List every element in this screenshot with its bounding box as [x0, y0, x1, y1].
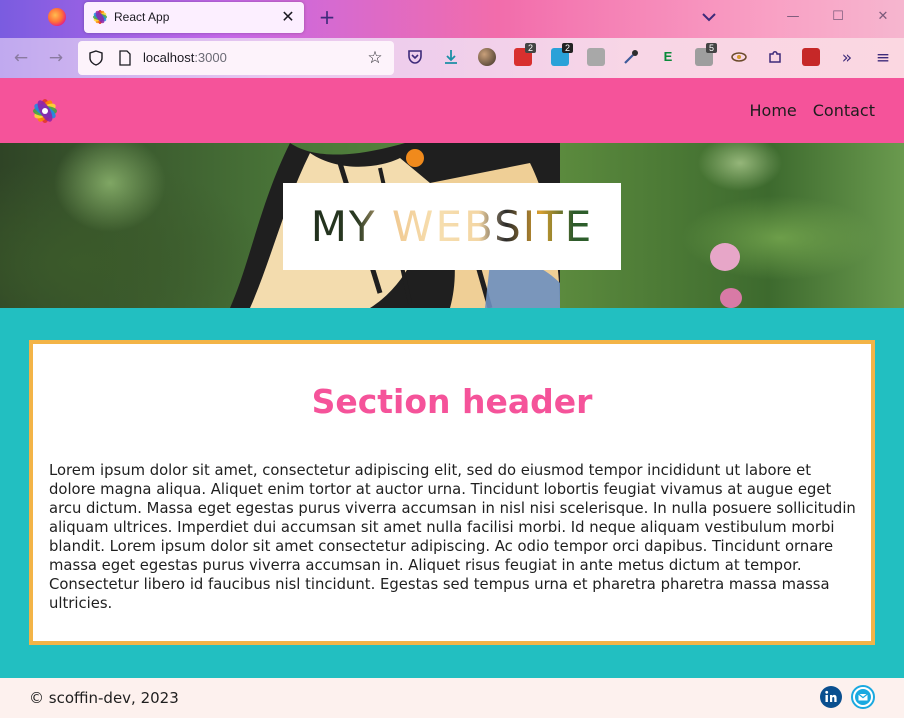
generic-ext-icon[interactable]: 5 [695, 43, 717, 66]
browser-navigation-bar: ← → localhost:3000 ☆ 2 2 E 5 » ≡ [0, 38, 904, 78]
close-tab-icon[interactable]: ✕ [278, 7, 298, 27]
pink-flower-image [720, 288, 742, 308]
maximize-window-icon[interactable]: ☐ [827, 6, 849, 28]
nav-contact-link[interactable]: Contact [813, 101, 875, 120]
site-header: Home Contact [0, 78, 904, 143]
hero-banner: MY WEBSITE [0, 143, 904, 308]
back-arrow-icon[interactable]: ← [10, 47, 32, 69]
bookmark-star-icon[interactable]: ☆ [366, 49, 384, 67]
content-card: Section header Lorem ipsum dolor sit ame… [29, 340, 875, 645]
main-content: Section header Lorem ipsum dolor sit ame… [0, 308, 904, 678]
todo-ext-icon[interactable]: 2 [514, 43, 536, 66]
url-bar[interactable]: localhost:3000 ☆ [78, 41, 394, 75]
react-favicon-icon [93, 10, 107, 24]
pocket-icon[interactable] [406, 48, 424, 66]
firefox-icon[interactable] [48, 8, 66, 26]
tracking-protection-shield-icon[interactable] [88, 50, 104, 66]
site-footer: © scoffin-dev, 2023 [0, 678, 904, 718]
section-body: Lorem ipsum dolor sit amet, consectetur … [49, 462, 856, 612]
url-text[interactable]: localhost:3000 [143, 50, 227, 65]
browser-tab-react-app[interactable]: React App ✕ [84, 2, 304, 33]
close-window-icon[interactable]: ✕ [872, 6, 894, 28]
pinwheel-logo-icon[interactable] [28, 94, 62, 128]
eye-ext-icon[interactable] [730, 48, 748, 66]
hero-title: MY WEBSITE [283, 183, 621, 270]
extensions-puzzle-icon[interactable] [766, 48, 784, 66]
eyedropper-icon[interactable] [622, 48, 640, 66]
code-ext-icon[interactable] [587, 48, 605, 66]
more-tools-chevrons-icon[interactable]: » [836, 47, 858, 69]
forward-arrow-icon[interactable]: → [45, 47, 67, 69]
shopping-ext-icon[interactable]: 2 [551, 43, 573, 66]
hero-title-box: MY WEBSITE [283, 183, 621, 270]
section-header: Section header [311, 382, 593, 421]
copyright-text: © scoffin-dev, 2023 [29, 689, 179, 707]
email-icon[interactable] [851, 685, 875, 709]
nav-home-link[interactable]: Home [750, 101, 797, 120]
list-all-tabs-chevron-icon[interactable] [698, 6, 720, 28]
image-ext-icon[interactable] [802, 48, 820, 66]
new-tab-plus-icon[interactable]: + [316, 6, 338, 28]
site-nav: Home Contact [750, 101, 876, 120]
page-info-icon[interactable] [118, 50, 132, 66]
hamburger-menu-icon[interactable]: ≡ [872, 47, 894, 69]
tab-title: React App [114, 10, 170, 24]
downloads-icon[interactable] [442, 48, 460, 66]
minimize-window-icon[interactable]: — [782, 6, 804, 28]
linkedin-icon[interactable] [819, 685, 843, 709]
pink-flower-image [710, 243, 740, 271]
e-ext-icon[interactable]: E [659, 48, 677, 66]
browser-tab-bar: React App ✕ + — ☐ ✕ [0, 0, 904, 38]
profile-ext-icon[interactable] [478, 48, 496, 66]
